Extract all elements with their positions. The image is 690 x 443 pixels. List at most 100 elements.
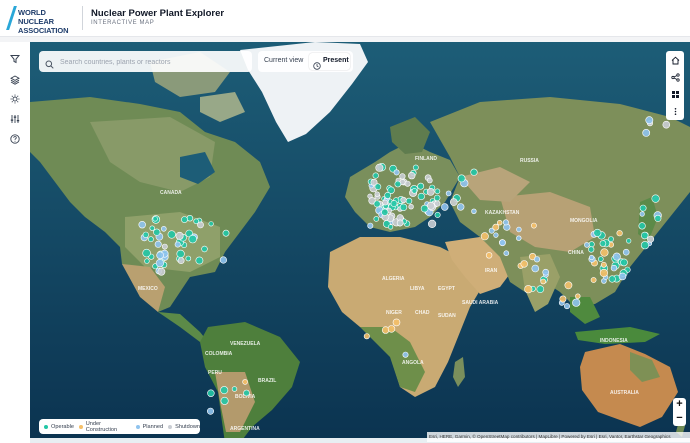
- plant-marker[interactable]: [207, 389, 215, 397]
- layers-icon[interactable]: [8, 73, 22, 87]
- plant-marker[interactable]: [186, 215, 194, 222]
- plant-marker[interactable]: [142, 248, 151, 258]
- plant-marker[interactable]: [154, 240, 162, 248]
- current-view-label[interactable]: Current view: [264, 57, 303, 64]
- plant-marker[interactable]: [176, 249, 185, 258]
- plant-marker[interactable]: [220, 396, 229, 405]
- plant-marker[interactable]: [396, 219, 404, 227]
- plant-marker[interactable]: [177, 257, 185, 264]
- plant-marker[interactable]: [651, 194, 660, 203]
- plant-markers-layer[interactable]: [30, 42, 690, 443]
- plant-marker[interactable]: [427, 201, 435, 210]
- plant-marker[interactable]: [195, 256, 204, 265]
- plant-marker[interactable]: [367, 222, 374, 229]
- plant-marker[interactable]: [181, 216, 188, 223]
- plant-marker[interactable]: [412, 164, 419, 171]
- plant-marker[interactable]: [174, 241, 181, 248]
- plant-marker[interactable]: [382, 199, 389, 206]
- search-input[interactable]: [58, 54, 250, 71]
- more-icon[interactable]: [669, 105, 681, 117]
- plant-marker[interactable]: [363, 333, 370, 340]
- plant-marker[interactable]: [149, 225, 155, 231]
- plant-marker[interactable]: [405, 197, 413, 205]
- plant-marker[interactable]: [542, 268, 550, 276]
- plant-marker[interactable]: [420, 204, 429, 213]
- plant-marker[interactable]: [243, 389, 250, 397]
- plant-marker[interactable]: [434, 211, 441, 218]
- plant-marker[interactable]: [138, 221, 146, 229]
- plant-marker[interactable]: [161, 243, 168, 250]
- plant-marker[interactable]: [445, 190, 452, 197]
- plant-marker[interactable]: [654, 214, 662, 222]
- plant-marker[interactable]: [220, 386, 229, 395]
- plant-marker[interactable]: [188, 234, 197, 244]
- plant-marker[interactable]: [394, 180, 402, 188]
- plant-marker[interactable]: [156, 251, 164, 260]
- plant-marker[interactable]: [387, 325, 396, 333]
- home-icon[interactable]: [669, 54, 681, 66]
- plant-marker[interactable]: [638, 222, 646, 230]
- plant-marker[interactable]: [485, 252, 493, 259]
- plant-marker[interactable]: [411, 188, 418, 194]
- plant-marker[interactable]: [616, 230, 623, 237]
- plant-marker[interactable]: [626, 238, 632, 244]
- plant-marker[interactable]: [593, 228, 602, 237]
- plant-marker[interactable]: [600, 261, 607, 268]
- plant-marker[interactable]: [588, 254, 595, 261]
- plant-marker[interactable]: [426, 187, 435, 196]
- plant-marker[interactable]: [540, 278, 547, 285]
- plant-marker[interactable]: [426, 177, 433, 184]
- plant-marker[interactable]: [520, 260, 528, 268]
- plant-marker[interactable]: [662, 120, 671, 129]
- world-map[interactable]: CANADA RUSSIA KAZAKHSTAN CHINA ALGERIA L…: [30, 42, 690, 443]
- plant-marker[interactable]: [647, 235, 655, 243]
- plant-marker[interactable]: [457, 203, 465, 211]
- plant-marker[interactable]: [492, 223, 500, 231]
- present-button[interactable]: Present: [309, 53, 350, 70]
- plant-marker[interactable]: [393, 169, 400, 176]
- plant-marker[interactable]: [559, 295, 567, 303]
- plant-marker[interactable]: [161, 226, 167, 232]
- plant-marker[interactable]: [148, 236, 154, 243]
- plant-marker[interactable]: [588, 241, 595, 248]
- plant-marker[interactable]: [372, 172, 379, 179]
- plant-marker[interactable]: [434, 188, 441, 195]
- plant-marker[interactable]: [502, 219, 509, 226]
- plant-marker[interactable]: [428, 219, 437, 228]
- plant-marker[interactable]: [185, 255, 192, 262]
- plant-marker[interactable]: [590, 277, 597, 283]
- plant-marker[interactable]: [417, 192, 425, 201]
- plant-marker[interactable]: [381, 326, 390, 334]
- plant-marker[interactable]: [374, 191, 380, 197]
- plant-marker[interactable]: [640, 241, 650, 250]
- plant-marker[interactable]: [219, 256, 227, 264]
- plant-marker[interactable]: [530, 222, 537, 229]
- plant-marker[interactable]: [533, 256, 541, 263]
- plant-marker[interactable]: [536, 285, 545, 293]
- plant-marker[interactable]: [142, 231, 149, 238]
- plant-marker[interactable]: [399, 203, 408, 212]
- legend-planned[interactable]: Planned: [135, 424, 163, 430]
- zoom-out-button[interactable]: −: [673, 412, 686, 425]
- plant-marker[interactable]: [470, 168, 478, 176]
- plant-marker[interactable]: [618, 272, 627, 281]
- plant-marker[interactable]: [400, 196, 407, 204]
- plant-marker[interactable]: [597, 256, 604, 262]
- share-icon[interactable]: [669, 71, 681, 83]
- plant-marker[interactable]: [524, 285, 533, 294]
- plant-marker[interactable]: [575, 293, 581, 299]
- plant-marker[interactable]: [584, 242, 590, 248]
- plant-marker[interactable]: [408, 204, 414, 210]
- plant-marker[interactable]: [640, 231, 649, 240]
- plant-marker[interactable]: [167, 230, 176, 239]
- legend-under-construction[interactable]: Under Construction: [79, 421, 131, 433]
- plant-marker[interactable]: [610, 264, 618, 272]
- plant-marker[interactable]: [471, 208, 477, 215]
- plant-marker[interactable]: [242, 379, 248, 385]
- plant-marker[interactable]: [193, 218, 199, 225]
- plant-marker[interactable]: [531, 264, 540, 273]
- plant-marker[interactable]: [457, 174, 466, 183]
- plant-marker[interactable]: [207, 407, 215, 415]
- plant-marker[interactable]: [222, 229, 230, 237]
- plant-marker[interactable]: [373, 200, 381, 208]
